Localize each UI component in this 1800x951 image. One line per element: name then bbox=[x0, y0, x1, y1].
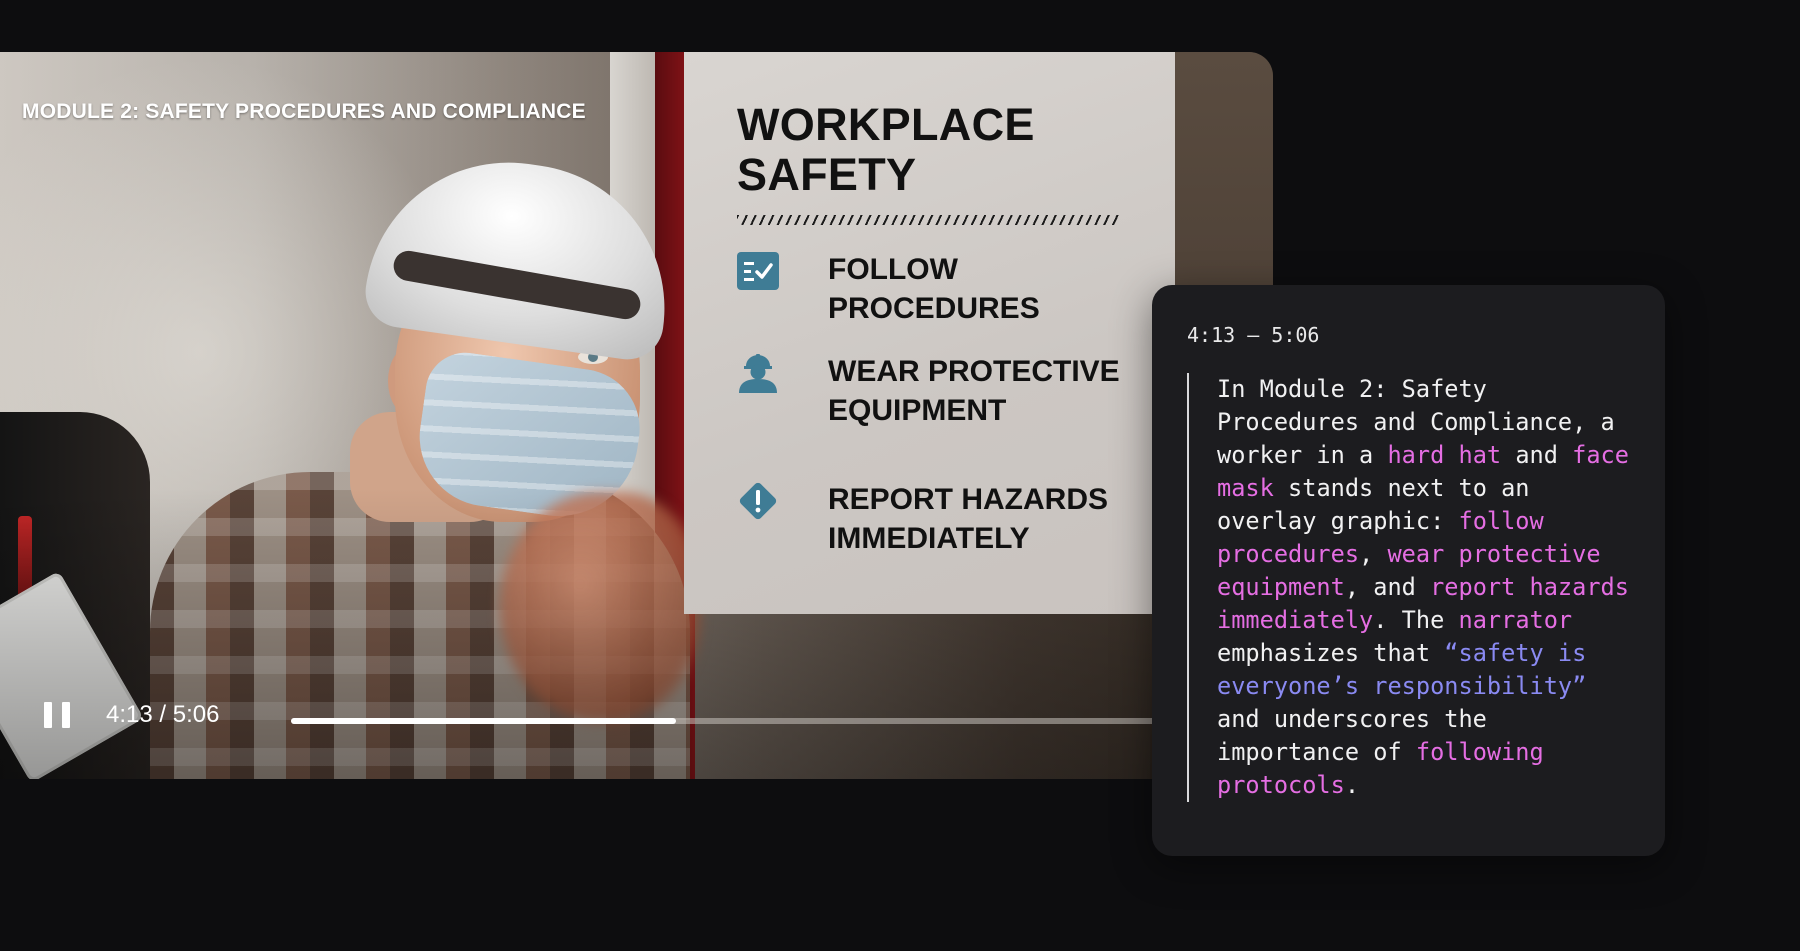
time-display: 4:13 / 5:06 bbox=[106, 701, 220, 728]
transcript-segment: , and bbox=[1344, 573, 1431, 601]
overlay-title: WORKPLACE SAFETY bbox=[737, 99, 1035, 200]
pause-icon bbox=[62, 702, 70, 728]
transcript-highlight: narrator bbox=[1458, 606, 1573, 634]
transcript-text: In Module 2: Safety Procedures and Compl… bbox=[1187, 373, 1630, 802]
transcript-time-range: 4:13 – 5:06 bbox=[1187, 323, 1320, 347]
transcript-highlight: hard hat bbox=[1387, 441, 1502, 469]
hardhat-worker-icon bbox=[737, 352, 779, 394]
transcript-segment: , bbox=[1359, 540, 1388, 568]
transcript-segment: and bbox=[1501, 441, 1573, 469]
video-player[interactable]: MODULE 2: SAFETY PROCEDURES AND COMPLIAN… bbox=[0, 52, 1273, 779]
progress-fill bbox=[291, 718, 677, 724]
pause-icon bbox=[44, 702, 52, 728]
warning-diamond-icon bbox=[737, 480, 779, 522]
overlay-item-label: FOLLOW PROCEDURES bbox=[828, 253, 1040, 325]
hatch-divider bbox=[737, 215, 1119, 225]
transcript-segment: emphasizes that bbox=[1217, 639, 1445, 667]
transcript-segment: . The bbox=[1373, 606, 1459, 634]
overlay-item-label: WEAR PROTECTIVE EQUIPMENT bbox=[828, 355, 1120, 427]
overlay-item-follow-procedures: FOLLOW PROCEDURES bbox=[737, 250, 1128, 328]
overlay-item-report-hazards: REPORT HAZARDS IMMEDIATELY bbox=[737, 480, 1128, 558]
overlay-item-wear-protective-equipment: WEAR PROTECTIVE EQUIPMENT bbox=[737, 352, 1128, 430]
player-controls: 4:13 / 5:06 bbox=[0, 696, 1273, 740]
pause-button[interactable] bbox=[44, 702, 70, 730]
module-label: MODULE 2: SAFETY PROCEDURES AND COMPLIAN… bbox=[22, 100, 586, 123]
workplace-safety-overlay: WORKPLACE SAFETY FOLLOW PROCEDURES WEAR … bbox=[684, 52, 1175, 614]
progress-bar[interactable] bbox=[291, 718, 1191, 724]
transcript-panel: 4:13 – 5:06 In Module 2: Safety Procedur… bbox=[1152, 285, 1665, 856]
checklist-icon bbox=[737, 250, 779, 292]
overlay-item-label: REPORT HAZARDS IMMEDIATELY bbox=[828, 483, 1109, 555]
transcript-segment: . bbox=[1344, 771, 1360, 799]
